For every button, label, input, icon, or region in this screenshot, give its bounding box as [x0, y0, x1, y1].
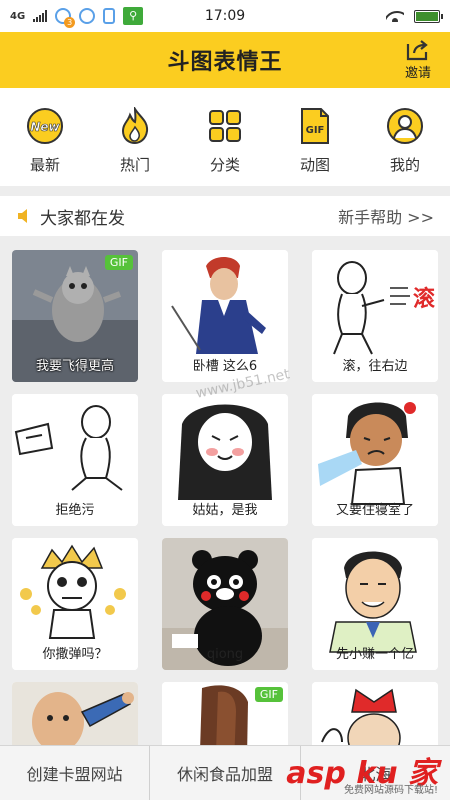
- tab-mine[interactable]: 我的: [360, 88, 450, 186]
- sticker-caption: qiong: [206, 647, 244, 662]
- notification-icon: 3: [55, 8, 76, 28]
- svg-text:GIF: GIF: [306, 125, 325, 136]
- tab-label: 热门: [119, 156, 150, 174]
- app-header: 斗图表情王 邀请: [0, 32, 450, 88]
- sticker-caption: 姑姑，是我: [192, 503, 258, 518]
- usb-icon: [103, 8, 116, 24]
- battery-icon: [414, 9, 443, 23]
- section-header: 大家都在发 新手帮助 >>: [0, 196, 450, 236]
- sticker-card[interactable]: GIF: [162, 682, 288, 745]
- share-icon: [406, 40, 428, 61]
- new-badge-icon: New: [25, 106, 65, 146]
- flame-icon: [115, 106, 155, 146]
- pointing-monk-image: [12, 682, 138, 745]
- sticker-card[interactable]: 卧槽 这么6: [162, 250, 288, 382]
- sticker-caption: 卧槽 这么6: [192, 359, 258, 374]
- signal-icon: [33, 10, 48, 22]
- check-icon: [79, 8, 96, 24]
- sticker-art-text: 滚: [413, 286, 436, 312]
- usb-debug-icon: ⚲: [123, 7, 144, 25]
- sticker-caption: 我要飞得更高: [35, 359, 114, 374]
- sticker-card[interactable]: 你撒弹吗？: [12, 538, 138, 670]
- gif-file-icon: GIF: [295, 106, 335, 146]
- svg-text:New: New: [30, 120, 60, 134]
- tab-category[interactable]: 分类: [180, 88, 270, 186]
- network-type: 4G: [10, 10, 26, 22]
- tab-label: 分类: [209, 156, 240, 174]
- tab-hot[interactable]: 热门: [90, 88, 180, 186]
- tab-newest[interactable]: New 最新: [0, 88, 90, 186]
- sticker-card[interactable]: 先小赚一个亿: [312, 538, 438, 670]
- bottom-ad-bar: 创建卡盟网站 休闲食品加盟 北海: [0, 745, 450, 800]
- tab-label: 动图: [299, 156, 330, 174]
- category-tabs: New 最新 热门 分类 GIF 动图 我的: [0, 88, 450, 186]
- ad-link-beihai[interactable]: 北海: [300, 746, 450, 800]
- sticker-caption: 先小赚一个亿: [335, 647, 414, 662]
- tab-label: 最新: [29, 156, 60, 174]
- sticker-card[interactable]: 又要住寝室了: [312, 394, 438, 526]
- sticker-caption: 滚，往右边: [342, 359, 408, 374]
- sticker-card[interactable]: GIF 我要飞得更高: [12, 250, 138, 382]
- sticker-caption: 又要住寝室了: [335, 503, 414, 518]
- sticker-card[interactable]: [312, 682, 438, 745]
- sticker-card[interactable]: 拒绝污: [12, 394, 138, 526]
- section-title: 大家都在发: [40, 208, 125, 229]
- crown-face-image: [312, 682, 438, 745]
- sticker-caption: 拒绝污: [55, 503, 95, 518]
- notification-badge: 3: [64, 17, 76, 28]
- grid-icon: [205, 106, 245, 146]
- user-icon: [385, 106, 425, 146]
- ad-link-snack-franchise[interactable]: 休闲食品加盟: [150, 746, 301, 800]
- sticker-card[interactable]: 滚 滚，往右边: [312, 250, 438, 382]
- sticker-grid: GIF 我要飞得更高 卧槽 这么6 滚 滚，往右边 拒绝污 姑姑，是我 又要住寝…: [0, 236, 450, 745]
- invite-button[interactable]: 邀请: [400, 38, 436, 81]
- gif-badge: GIF: [104, 255, 133, 270]
- tab-label: 我的: [389, 156, 420, 174]
- sticker-card[interactable]: 姑姑，是我: [162, 394, 288, 526]
- sticker-caption: 你撒弹吗？: [42, 647, 108, 662]
- sticker-card[interactable]: qiong: [162, 538, 288, 670]
- app-title: 斗图表情王: [167, 50, 283, 75]
- help-link[interactable]: 新手帮助 >>: [338, 204, 434, 228]
- gif-badge: GIF: [254, 687, 283, 702]
- wifi-icon: [386, 10, 404, 22]
- ad-link-card-site[interactable]: 创建卡盟网站: [0, 746, 151, 800]
- status-bar: 4G 3 ⚲ 17:09: [0, 0, 450, 32]
- sticker-card[interactable]: [12, 682, 138, 745]
- invite-label: 邀请: [404, 66, 431, 81]
- tab-gif[interactable]: GIF 动图: [270, 88, 360, 186]
- speaker-icon: [18, 209, 27, 223]
